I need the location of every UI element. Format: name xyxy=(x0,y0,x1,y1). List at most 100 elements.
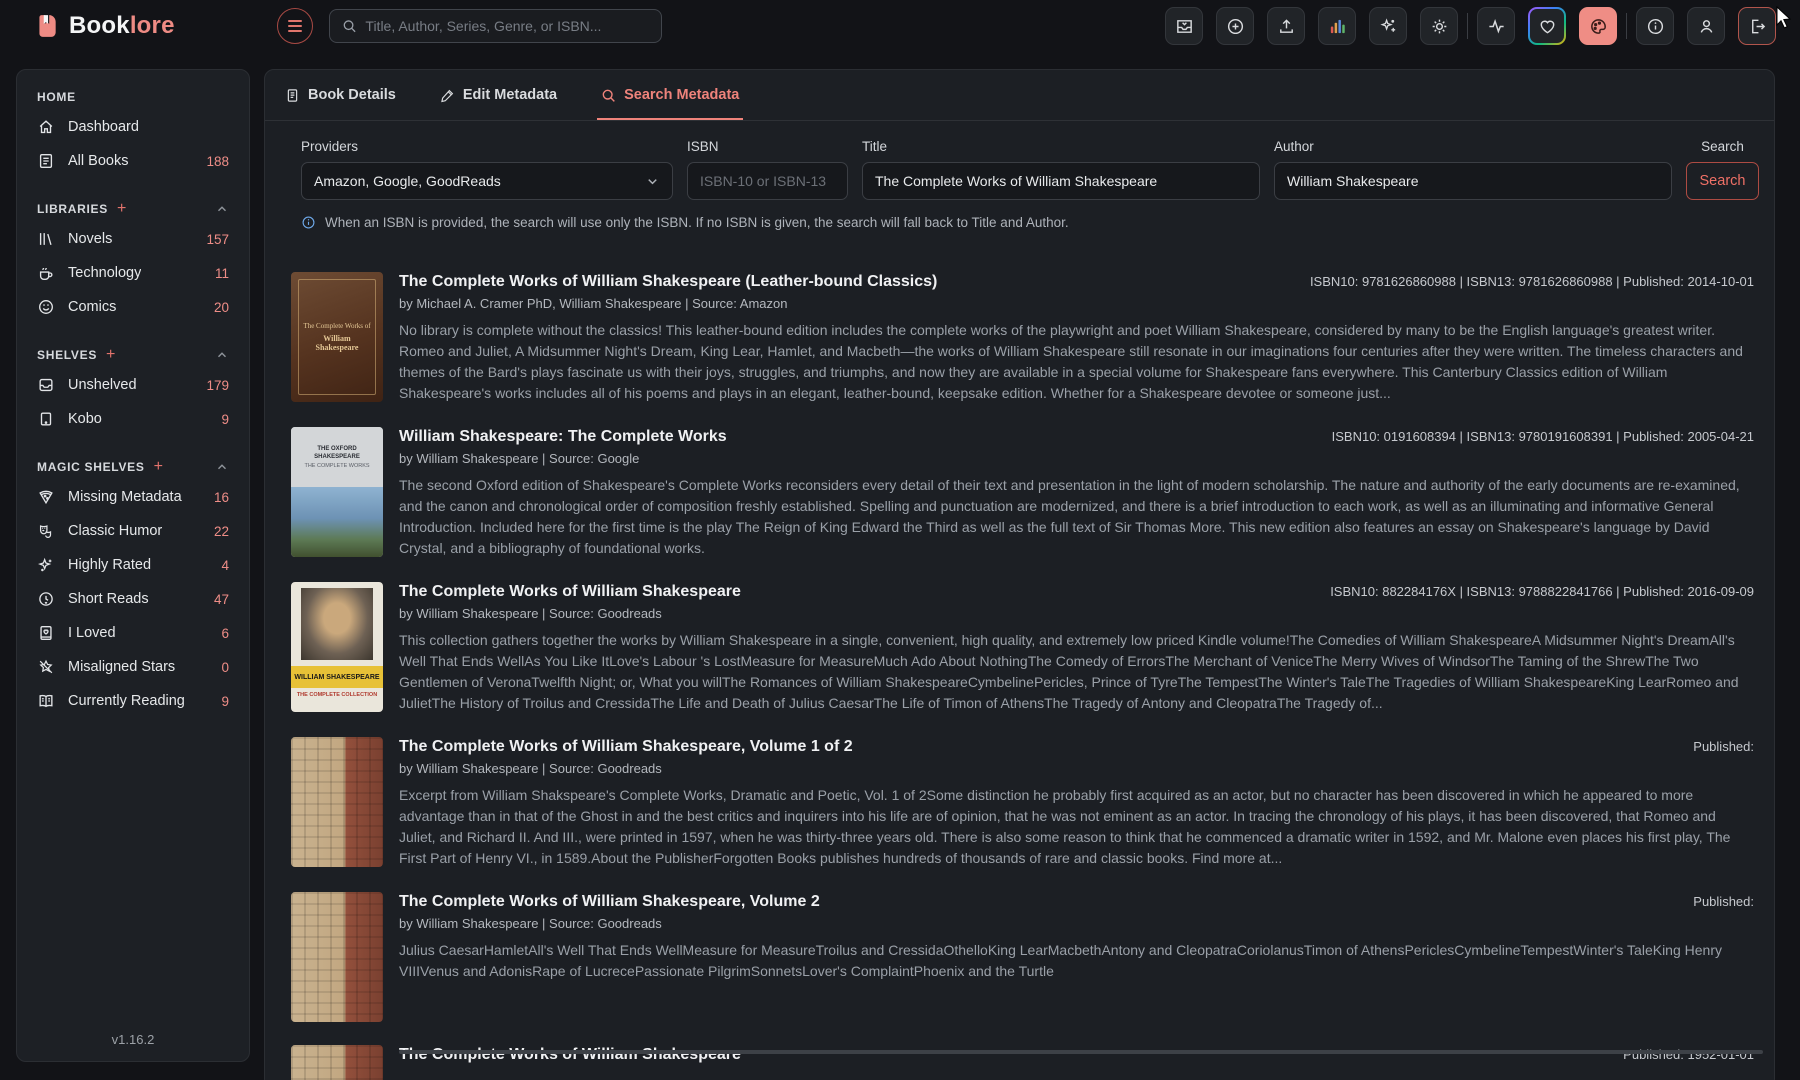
cover-text: WILLIAM SHAKESPEARE xyxy=(294,674,379,681)
info-icon xyxy=(1646,17,1665,36)
result-title[interactable]: The Complete Works of William Shakespear… xyxy=(399,892,820,912)
result-description: This collection gathers together the wor… xyxy=(399,630,1754,714)
sidebar-item-comics[interactable]: Comics 20 xyxy=(29,290,237,324)
sidebar-item-currently-reading[interactable]: Currently Reading 9 xyxy=(29,684,237,718)
book-cover[interactable] xyxy=(291,892,383,1022)
book-cover[interactable] xyxy=(291,737,383,867)
search-button[interactable]: Search xyxy=(1686,162,1759,200)
upload-button[interactable] xyxy=(1267,7,1305,45)
author-label: Author xyxy=(1274,139,1672,154)
sidebar-item-kobo[interactable]: Kobo 9 xyxy=(29,402,237,436)
item-count: 157 xyxy=(206,232,229,247)
user-button[interactable] xyxy=(1687,7,1725,45)
result-isbn-meta: ISBN10: 9781626860988 | ISBN13: 97816268… xyxy=(1310,272,1754,292)
heart-icon xyxy=(1538,17,1557,36)
sidebar-item-novels[interactable]: Novels 157 xyxy=(29,222,237,256)
magic-actions-button[interactable] xyxy=(1369,7,1407,45)
settings-button[interactable] xyxy=(1420,7,1458,45)
result-description: Excerpt from William Shakspeare's Comple… xyxy=(399,785,1754,869)
result-isbn-meta: Published: xyxy=(1693,737,1754,757)
sidebar-item-all-books[interactable]: All Books 188 xyxy=(29,144,237,178)
section-header-shelves: SHELVES + xyxy=(37,348,229,362)
result-row[interactable]: The Complete Works of William Shakespear… xyxy=(291,737,1754,869)
booklore-logo-icon xyxy=(34,13,60,39)
global-search-input[interactable] xyxy=(365,18,648,34)
global-search[interactable] xyxy=(329,9,662,43)
result-row[interactable]: WILLIAM SHAKESPEARE THE COMPLETE COLLECT… xyxy=(291,582,1754,714)
horizontal-scrollbar[interactable] xyxy=(399,1050,1763,1054)
sidebar-item-classic-humor[interactable]: Classic Humor 22 xyxy=(29,514,237,548)
book-cover[interactable] xyxy=(291,1045,383,1080)
tab-edit-metadata[interactable]: Edit Metadata xyxy=(436,70,561,120)
sidebar-item-label: Comics xyxy=(68,299,116,315)
author-input[interactable] xyxy=(1274,162,1672,200)
result-byline: by William Shakespeare | Source: Goodrea… xyxy=(399,916,1754,931)
settings-gear-icon xyxy=(1430,17,1449,36)
tab-book-details[interactable]: Book Details xyxy=(281,70,400,120)
add-library-icon[interactable]: + xyxy=(117,204,127,214)
result-title[interactable]: William Shakespeare: The Complete Works xyxy=(399,427,727,447)
search-results-list: The Complete Works ofWilliam Shakespeare… xyxy=(265,272,1774,1080)
mouse-cursor xyxy=(1774,6,1794,30)
sidebar-item-technology[interactable]: Technology 11 xyxy=(29,256,237,290)
result-byline: by William Shakespeare | Source: Google xyxy=(399,451,1754,466)
add-shelf-icon[interactable]: + xyxy=(106,350,116,360)
sidebar-item-label: All Books xyxy=(68,153,128,169)
search-label: Search xyxy=(1701,139,1744,154)
item-count: 4 xyxy=(221,558,229,573)
add-magic-shelf-icon[interactable]: + xyxy=(154,462,164,472)
masks-icon xyxy=(37,522,55,540)
app-logo[interactable]: Booklore xyxy=(34,12,175,40)
add-book-button[interactable] xyxy=(1216,7,1254,45)
result-row[interactable]: THE OXFORD SHAKESPEARETHE COMPLETE WORKS… xyxy=(291,427,1754,559)
title-input[interactable] xyxy=(862,162,1260,200)
result-isbn-meta: Published: xyxy=(1693,892,1754,912)
search-icon xyxy=(342,18,357,34)
cover-text: The Complete Works of xyxy=(303,322,370,331)
providers-select[interactable]: Amazon, Google, GoodReads xyxy=(301,162,673,200)
theme-button[interactable] xyxy=(1579,7,1617,45)
sidebar-item-label: Dashboard xyxy=(68,119,139,135)
user-icon xyxy=(1697,17,1716,36)
sidebar-toggle-button[interactable] xyxy=(277,8,313,44)
logout-button[interactable] xyxy=(1738,7,1776,45)
app-version: v1.16.2 xyxy=(17,1032,249,1047)
sidebar-item-label: Missing Metadata xyxy=(68,489,182,505)
chevron-up-icon[interactable] xyxy=(215,202,229,216)
sidebar-item-misaligned-stars[interactable]: Misaligned Stars 0 xyxy=(29,650,237,684)
isbn-input[interactable] xyxy=(687,162,848,200)
inbox-tray-button[interactable] xyxy=(1165,7,1203,45)
sidebar: HOME Dashboard All Books 188 LIBRARIES +… xyxy=(16,69,250,1062)
app-title: Booklore xyxy=(69,12,175,40)
clock-icon xyxy=(37,590,55,608)
statistics-button[interactable] xyxy=(1318,7,1356,45)
result-title[interactable]: The Complete Works of William Shakespear… xyxy=(399,272,937,292)
favorites-button[interactable] xyxy=(1528,7,1566,45)
result-title[interactable]: The Complete Works of William Shakespear… xyxy=(399,737,853,757)
theme-palette-icon xyxy=(1589,17,1608,36)
sidebar-item-missing-metadata[interactable]: Missing Metadata 16 xyxy=(29,480,237,514)
providers-label: Providers xyxy=(301,139,673,154)
result-row[interactable]: The Complete Works of William Shakespear… xyxy=(291,892,1754,1022)
sidebar-item-unshelved[interactable]: Unshelved 179 xyxy=(29,368,237,402)
search-metadata-icon xyxy=(601,88,616,103)
result-description: No library is complete without the class… xyxy=(399,320,1754,404)
book-cover[interactable]: THE OXFORD SHAKESPEARETHE COMPLETE WORKS xyxy=(291,427,383,557)
result-title[interactable]: The Complete Works of William Shakespear… xyxy=(399,582,741,602)
sidebar-item-short-reads[interactable]: Short Reads 47 xyxy=(29,582,237,616)
chevron-up-icon[interactable] xyxy=(215,348,229,362)
activity-button[interactable] xyxy=(1477,7,1515,45)
sidebar-item-i-loved[interactable]: I Loved 6 xyxy=(29,616,237,650)
header-divider xyxy=(1467,13,1468,39)
sidebar-item-label: Currently Reading xyxy=(68,693,185,709)
chevron-up-icon[interactable] xyxy=(215,460,229,474)
result-row[interactable]: The Complete Works ofWilliam Shakespeare… xyxy=(291,272,1754,404)
sidebar-item-highly-rated[interactable]: Highly Rated 4 xyxy=(29,548,237,582)
info-button[interactable] xyxy=(1636,7,1674,45)
sidebar-item-dashboard[interactable]: Dashboard xyxy=(29,110,237,144)
book-cover[interactable]: WILLIAM SHAKESPEARE THE COMPLETE COLLECT… xyxy=(291,582,383,712)
item-count: 0 xyxy=(221,660,229,675)
book-cover[interactable]: The Complete Works ofWilliam Shakespeare xyxy=(291,272,383,402)
tab-search-metadata[interactable]: Search Metadata xyxy=(597,70,743,120)
result-title[interactable]: The Complete Works of William Shakespear… xyxy=(399,1045,741,1065)
